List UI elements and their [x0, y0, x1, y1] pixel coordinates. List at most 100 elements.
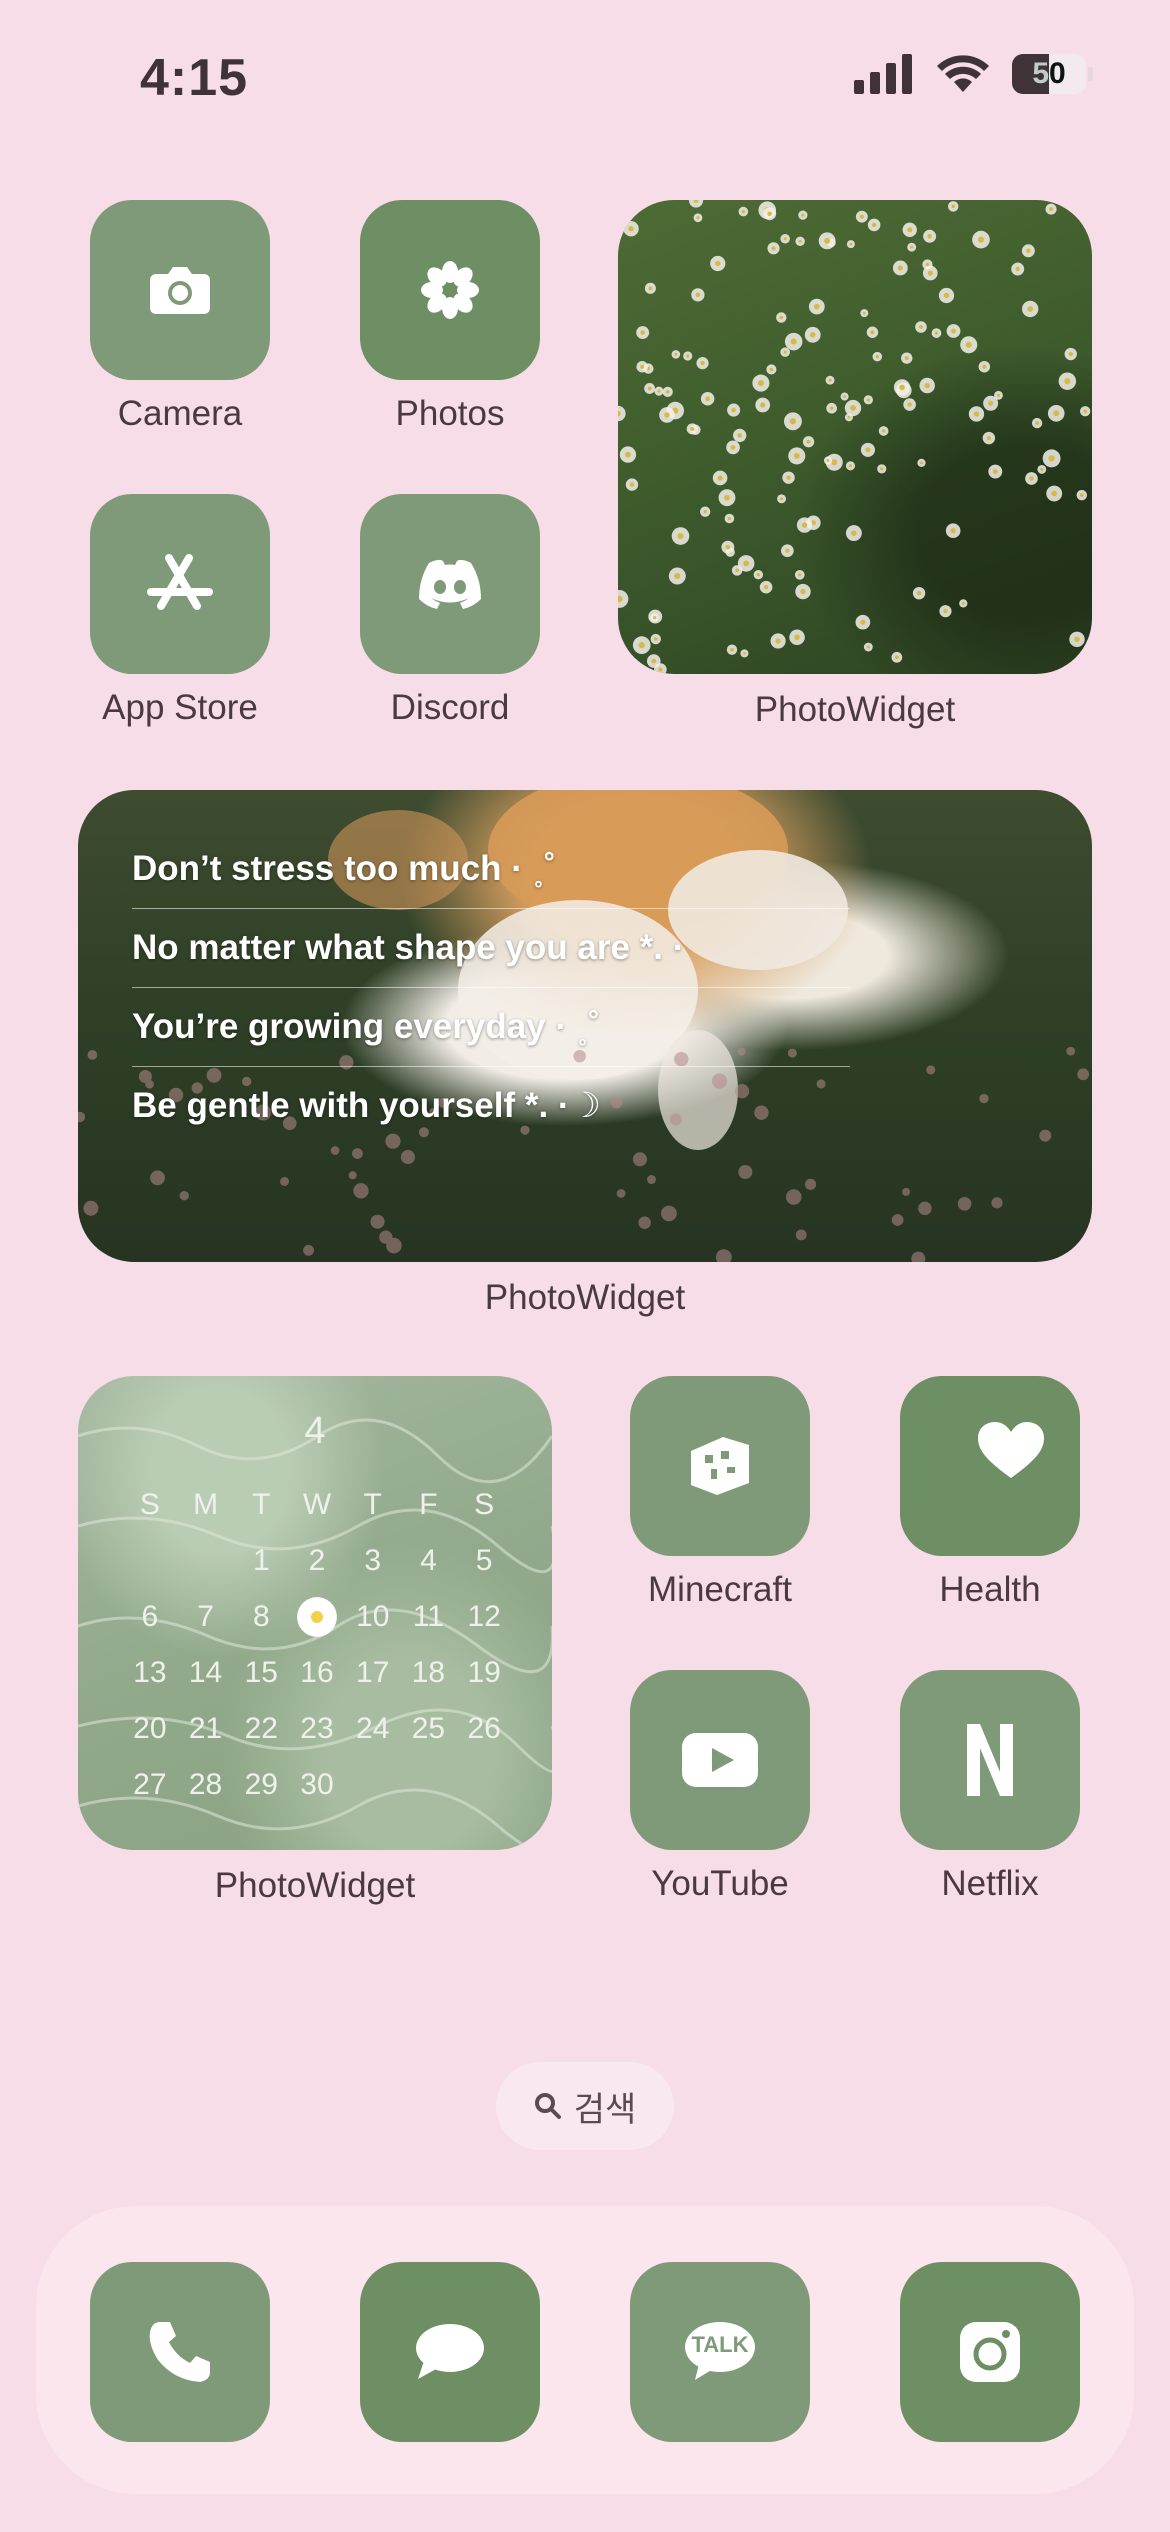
- calendar-day: 18: [411, 1656, 446, 1689]
- quote-line-2: No matter what shape you are *. ·: [132, 909, 850, 988]
- daisy-center: [783, 237, 787, 241]
- daisy-center: [629, 482, 635, 487]
- app-health[interactable]: Health: [900, 1376, 1080, 1610]
- daisy-center: [950, 528, 956, 534]
- daisy-center: [1079, 493, 1084, 497]
- clover-flower: [353, 1183, 369, 1199]
- health-app-tile[interactable]: [900, 1376, 1080, 1556]
- daisy-center: [700, 361, 705, 366]
- calendar-day: 26: [467, 1712, 501, 1745]
- clover-flower: [400, 1150, 415, 1165]
- daisy-center: [848, 464, 853, 468]
- daisy-center: [992, 469, 998, 474]
- camera-app-tile[interactable]: [90, 200, 270, 380]
- app-photos[interactable]: Photos: [360, 200, 540, 434]
- daisy-center: [849, 242, 853, 246]
- daisy-center: [977, 236, 985, 243]
- calendar-day: 12: [467, 1600, 501, 1633]
- calendar-day: 17: [356, 1656, 390, 1689]
- daisy-center: [875, 354, 879, 359]
- clover-flower: [280, 1177, 290, 1186]
- app-camera[interactable]: Camera: [90, 200, 270, 434]
- status-icons: 50: [854, 54, 1094, 94]
- clover-flower: [179, 1190, 189, 1201]
- calendar-day: 9: [289, 1594, 345, 1640]
- daisy-center: [743, 651, 746, 655]
- clover-flower: [715, 1249, 732, 1262]
- calendar-weekday: T: [363, 1488, 382, 1521]
- phone-icon: [149, 2322, 210, 2382]
- quote-list: Don’t stress too much · ˳˚ No matter wha…: [132, 830, 850, 1145]
- photos-app-tile[interactable]: [360, 200, 540, 380]
- calendar-day: 22: [244, 1712, 278, 1745]
- daisy-center: [965, 341, 972, 348]
- daisy-center: [865, 447, 871, 453]
- daisy-center: [800, 588, 806, 595]
- photo-widget-quotes[interactable]: Don’t stress too much · ˳˚ No matter wha…: [78, 790, 1092, 1262]
- dock-instagram-app[interactable]: [900, 2262, 1080, 2442]
- calendar-day: 14: [188, 1656, 223, 1689]
- daisy-center: [779, 497, 784, 501]
- clover-flower: [661, 1205, 677, 1222]
- battery-icon: 50: [1012, 54, 1094, 94]
- cellular-signal-icon: [854, 54, 912, 94]
- dock-messages-app[interactable]: [360, 2262, 540, 2442]
- daisy-center: [757, 380, 764, 387]
- daisy-center: [794, 634, 800, 640]
- daisy-center: [717, 475, 723, 481]
- daisy-center: [690, 426, 695, 431]
- daisy-center: [1083, 409, 1087, 414]
- daisy-center: [831, 459, 838, 466]
- search-button[interactable]: 검색: [496, 2062, 674, 2150]
- battery-percent: 50: [1032, 57, 1066, 90]
- daisy-center: [783, 350, 787, 354]
- clover-flower: [804, 1178, 817, 1190]
- app-store-icon: [147, 554, 213, 610]
- photo-widget-daisies[interactable]: [618, 200, 1092, 674]
- daisy-center: [973, 411, 980, 417]
- search-icon: [534, 2093, 561, 2119]
- daisy-center: [775, 638, 781, 644]
- daisy-center: [907, 227, 913, 233]
- clover-flower: [979, 1093, 989, 1104]
- photo-widget-calendar[interactable]: 4 SMTWTFS1234567891011121314151617181920…: [78, 1376, 552, 1850]
- app-minecraft[interactable]: Minecraft: [630, 1376, 810, 1610]
- daisy-center: [648, 286, 653, 291]
- flower-icon: [421, 261, 479, 319]
- daisy-center: [829, 406, 834, 411]
- daisy-center: [790, 338, 797, 345]
- app-discord[interactable]: Discord: [360, 494, 540, 728]
- daisy-center: [925, 262, 930, 267]
- daisy-center: [730, 647, 734, 652]
- daisy-center: [859, 214, 864, 219]
- daisy-center: [779, 315, 784, 320]
- daisy-center: [988, 400, 994, 406]
- daisy-center: [871, 222, 877, 228]
- calendar-day: 8: [252, 1600, 270, 1633]
- minecraft-app-tile[interactable]: [630, 1376, 810, 1556]
- discord-app-tile[interactable]: [360, 494, 540, 674]
- daisy-center: [674, 352, 678, 356]
- daisy-center: [695, 292, 701, 298]
- dock-phone-app[interactable]: [90, 2262, 270, 2442]
- daisy-center: [1026, 248, 1031, 254]
- youtube-app-tile[interactable]: [630, 1670, 810, 1850]
- dock-kakaotalk-app[interactable]: TALK: [630, 2262, 810, 2442]
- calendar-day: 7: [197, 1600, 214, 1633]
- clover-flower: [638, 1216, 651, 1230]
- clover-flower: [795, 1229, 807, 1241]
- daisy-center: [686, 354, 690, 358]
- app-youtube[interactable]: YouTube: [630, 1670, 810, 1904]
- daisy-center: [927, 270, 933, 276]
- clover-flower: [1077, 1068, 1090, 1081]
- daisy-center: [851, 530, 857, 536]
- clover-flower: [303, 1244, 314, 1256]
- daisy-center: [982, 364, 987, 369]
- daisy-center: [786, 475, 791, 480]
- daisy-center: [951, 204, 956, 209]
- app-netflix[interactable]: Netflix: [900, 1670, 1080, 1904]
- app-store-app-tile[interactable]: [90, 494, 270, 674]
- app-app-store[interactable]: App Store: [90, 494, 270, 728]
- youtube-label: YouTube: [651, 1864, 789, 1903]
- netflix-app-tile[interactable]: [900, 1670, 1080, 1850]
